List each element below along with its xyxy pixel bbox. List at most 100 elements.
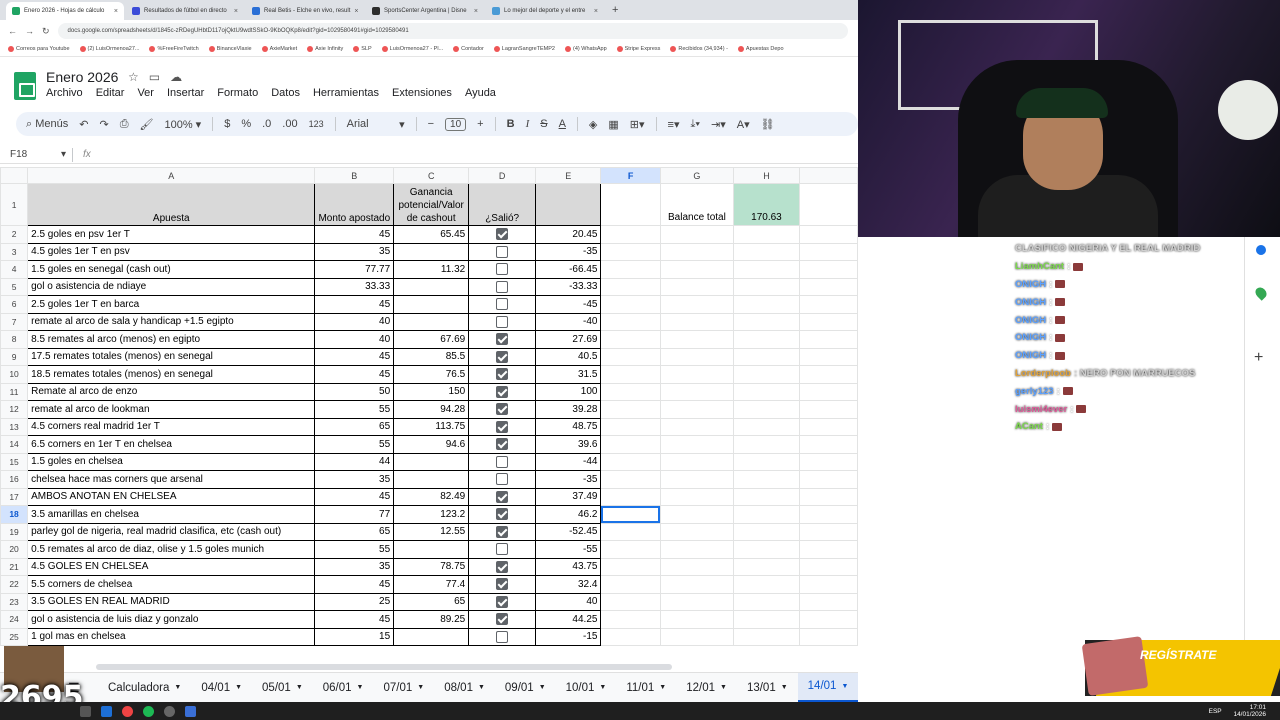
cell-salio[interactable] xyxy=(468,382,537,401)
empty-cell[interactable] xyxy=(798,505,858,524)
chevron-down-icon[interactable]: ▼ xyxy=(539,684,546,691)
row-header[interactable]: 8 xyxy=(0,330,29,349)
cell-apuesta[interactable]: 5.5 corners de chelsea xyxy=(27,575,316,594)
empty-cell[interactable] xyxy=(659,312,734,331)
cell-salio[interactable] xyxy=(468,575,537,594)
empty-cell[interactable] xyxy=(659,260,734,279)
cell-f[interactable] xyxy=(600,575,661,594)
cell-apuesta[interactable]: 4.5 GOLES EN CHELSEA xyxy=(27,557,316,576)
cell-salio[interactable] xyxy=(468,347,537,366)
column-header[interactable]: B xyxy=(314,167,395,184)
empty-cell[interactable] xyxy=(732,487,800,506)
bookmark-item[interactable]: BinanceVlaxie xyxy=(208,46,252,52)
bookmark-item[interactable]: %FreeFireTwitch xyxy=(149,46,199,52)
bookmark-item[interactable]: SLP xyxy=(353,46,372,52)
empty-cell[interactable] xyxy=(732,505,800,524)
sheets-logo-icon[interactable] xyxy=(14,72,36,100)
menu-item[interactable]: Ver xyxy=(137,87,154,99)
cell-monto[interactable]: 45 xyxy=(314,225,395,244)
browser-tab[interactable]: Resultados de fútbol en directo × xyxy=(126,2,244,20)
close-tab-icon[interactable]: × xyxy=(594,8,598,15)
cell-ganancia[interactable]: 78.75 xyxy=(393,557,470,576)
row-header[interactable]: 12 xyxy=(0,400,29,419)
cell-monto[interactable]: 65 xyxy=(314,417,395,436)
browser-icon[interactable] xyxy=(185,705,196,717)
cell-monto[interactable]: 77 xyxy=(314,505,395,524)
empty-cell[interactable] xyxy=(732,435,800,454)
search-icon[interactable] xyxy=(80,705,91,717)
cell-ganancia[interactable]: 12.55 xyxy=(393,522,470,541)
checkbox[interactable] xyxy=(496,280,509,293)
cell-f[interactable] xyxy=(600,435,661,454)
empty-cell[interactable] xyxy=(798,277,858,296)
empty-cell[interactable] xyxy=(798,365,858,384)
empty-cell[interactable] xyxy=(732,347,800,366)
row-header[interactable]: 9 xyxy=(0,347,29,366)
cell-monto[interactable]: 50 xyxy=(314,382,395,401)
cell-ganancia[interactable]: 113.75 xyxy=(393,417,470,436)
header-apuesta[interactable]: Apuesta xyxy=(27,183,316,226)
row-header[interactable]: 20 xyxy=(0,540,29,559)
paint-format-icon[interactable]: 🖌 xyxy=(140,118,154,131)
header-monto[interactable]: Monto apostado xyxy=(314,183,395,226)
empty-cell[interactable] xyxy=(798,557,858,576)
cell-apuesta[interactable]: 4.5 corners real madrid 1er T xyxy=(27,417,316,436)
menu-item[interactable]: Archivo xyxy=(46,87,83,99)
cell-salio[interactable] xyxy=(468,225,537,244)
text-color-icon[interactable]: A xyxy=(559,118,566,130)
empty-cell[interactable] xyxy=(732,225,800,244)
reload-icon[interactable]: ↻ xyxy=(42,26,50,37)
browser-tab[interactable]: Lo mejor del deporte y el entre × xyxy=(486,2,604,20)
cell-monto[interactable]: 77.77 xyxy=(314,260,395,279)
cell-balance[interactable]: 44.25 xyxy=(535,610,602,629)
checkbox[interactable] xyxy=(496,385,509,398)
text-rotation-icon[interactable]: A▾ xyxy=(737,118,750,131)
maps-icon[interactable] xyxy=(1253,285,1269,301)
checkbox[interactable] xyxy=(496,543,509,556)
empty-cell[interactable] xyxy=(798,540,858,559)
empty-cell[interactable] xyxy=(798,417,858,436)
column-header[interactable]: G xyxy=(659,167,734,184)
empty-cell[interactable] xyxy=(798,610,858,629)
cell-balance[interactable]: 31.5 xyxy=(535,365,602,384)
menu-item[interactable]: Editar xyxy=(96,87,125,99)
cell-monto[interactable]: 25 xyxy=(314,592,395,611)
cell-f[interactable] xyxy=(600,610,661,629)
bookmark-item[interactable]: (4) WhatsApp xyxy=(565,46,607,52)
borders-icon[interactable]: ▦ xyxy=(608,118,618,131)
empty-cell[interactable] xyxy=(659,452,734,471)
cell-monto[interactable]: 35 xyxy=(314,470,395,489)
cell-ganancia[interactable]: 123.2 xyxy=(393,505,470,524)
cell-monto[interactable]: 55 xyxy=(314,400,395,419)
chevron-down-icon[interactable]: ▼ xyxy=(659,684,666,691)
cell-monto[interactable]: 45 xyxy=(314,610,395,629)
font-size-decrease-icon[interactable]: − xyxy=(428,118,434,130)
cell-salio[interactable] xyxy=(468,610,537,629)
menu-item[interactable]: Insertar xyxy=(167,87,204,99)
cell-f[interactable] xyxy=(600,277,661,296)
empty-cell[interactable] xyxy=(798,382,858,401)
cell-salio[interactable] xyxy=(468,417,537,436)
cell-ganancia[interactable]: 94.6 xyxy=(393,435,470,454)
cell-monto[interactable]: 45 xyxy=(314,575,395,594)
row-header[interactable]: 13 xyxy=(0,417,29,436)
cell-apuesta[interactable]: 3.5 amarillas en chelsea xyxy=(27,505,316,524)
empty-cell[interactable] xyxy=(659,592,734,611)
cell-salio[interactable] xyxy=(468,505,537,524)
cell-balance[interactable]: -33.33 xyxy=(535,277,602,296)
checkbox[interactable] xyxy=(496,630,509,643)
empty-cell[interactable] xyxy=(659,470,734,489)
checkbox[interactable] xyxy=(496,455,509,468)
cell-salio[interactable] xyxy=(468,522,537,541)
browser-tab[interactable]: SportsCenter Argentina | Disne × xyxy=(366,2,484,20)
cell-f[interactable] xyxy=(600,312,661,331)
cell-balance[interactable]: 37.49 xyxy=(535,487,602,506)
cell-balance[interactable]: 39.28 xyxy=(535,400,602,419)
close-tab-icon[interactable]: × xyxy=(474,8,478,15)
system-clock[interactable]: ESP 17:01 14/01/2026 xyxy=(1209,704,1280,718)
menu-item[interactable]: Ayuda xyxy=(465,87,496,99)
cell-ganancia[interactable]: 67.69 xyxy=(393,330,470,349)
row-header[interactable]: 15 xyxy=(0,452,29,471)
cell-ganancia[interactable]: 11.32 xyxy=(393,260,470,279)
increase-decimals-button[interactable]: .00 xyxy=(282,118,297,130)
